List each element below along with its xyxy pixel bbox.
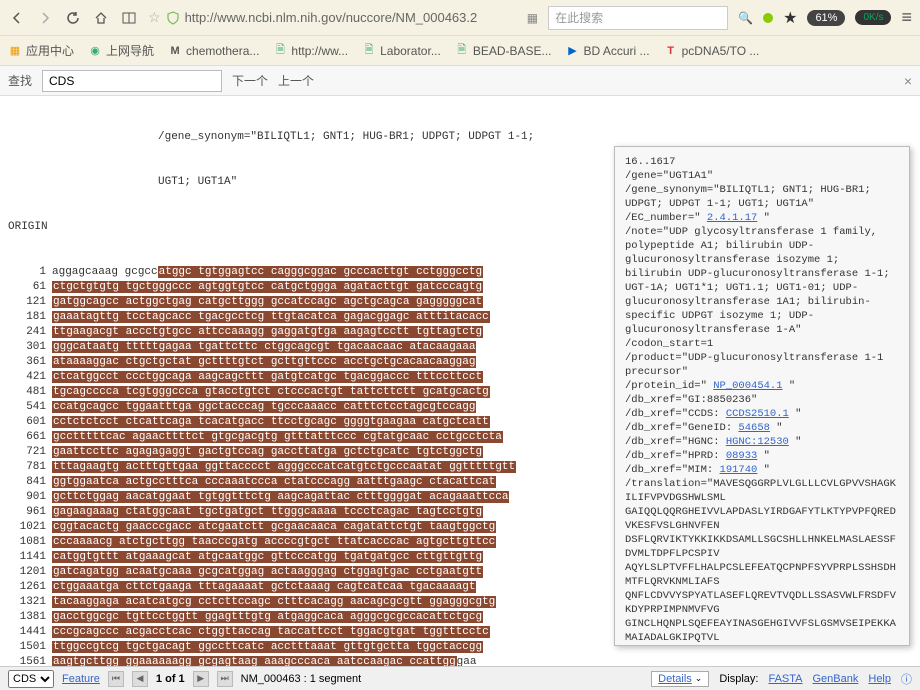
speed-badge: 0K/s: [855, 10, 891, 25]
last-page[interactable]: ⏭: [217, 671, 233, 687]
search-icon[interactable]: 🔍: [738, 11, 753, 25]
qr-icon[interactable]: ▦: [527, 11, 538, 25]
feature-synonym: /gene_synonym="BILIQTL1; GNT1; HUG-BR1; …: [625, 183, 899, 211]
header-line: /gene_synonym="BILIQTL1; GNT1; HUG-BR1; …: [8, 130, 912, 145]
bottom-bar: CDS Feature ⏮ ◀ 1 of 1 ▶ ⏭ NM_000463 : 1…: [0, 666, 920, 690]
find-input[interactable]: [42, 70, 222, 92]
favorite-icon[interactable]: ★: [783, 8, 797, 28]
feature-gene: /gene="UGT1A1": [625, 169, 899, 183]
genbank-link[interactable]: GenBank: [813, 673, 859, 685]
menu-icon[interactable]: ≡: [901, 7, 912, 28]
search-box[interactable]: 在此搜索: [548, 6, 728, 30]
find-close[interactable]: ×: [904, 73, 912, 89]
url-text[interactable]: http://www.ncbi.nlm.nih.gov/nuccore/NM_0…: [185, 10, 517, 25]
star-icon[interactable]: ☆: [148, 9, 161, 26]
bookmark-item[interactable]: 🗎BEAD-BASE...: [455, 44, 552, 58]
feature-protein: /protein_id=" NP_000454.1 ": [625, 379, 899, 393]
forward-button[interactable]: [36, 9, 54, 27]
feature-product: /product="UDP-glucuronosyltransferase 1-…: [625, 351, 899, 379]
segment-label: NM_000463 : 1 segment: [241, 673, 361, 685]
mim-link[interactable]: 191740: [720, 464, 758, 476]
back-button[interactable]: [8, 9, 26, 27]
bookmark-item[interactable]: 🗎Laborator...: [362, 44, 441, 58]
feature-panel: 16..1617 /gene="UGT1A1" /gene_synonym="B…: [614, 146, 910, 646]
feature-codon: /codon_start=1: [625, 337, 899, 351]
prev-page[interactable]: ◀: [132, 671, 148, 687]
feature-hprd: /db_xref="HPRD: 08933 ": [625, 449, 899, 463]
feature-translation: /translation="MAVESQGGRPLVLGLLLCVLGPVVSH…: [625, 477, 899, 646]
feature-hgnc: /db_xref="HGNC: HGNC:12530 ": [625, 435, 899, 449]
bookmark-item[interactable]: Mchemothera...: [168, 44, 259, 58]
feature-ccds: /db_xref="CCDS: CCDS2510.1 ": [625, 407, 899, 421]
content-area: /gene_synonym="BILIQTL1; GNT1; HUG-BR1; …: [0, 96, 920, 666]
home-button[interactable]: [92, 9, 110, 27]
feature-gi: /db_xref="GI:8850236": [625, 393, 899, 407]
progress-badge: 61%: [807, 10, 845, 26]
feature-mim: /db_xref="MIM: 191740 ": [625, 463, 899, 477]
shield-icon[interactable]: [167, 11, 179, 25]
details-button[interactable]: Details⌄: [651, 671, 709, 687]
find-next[interactable]: 下一个: [232, 72, 268, 89]
bookmarks-bar: ▦应用中心 ◉上网导航 Mchemothera... 🗎http://ww...…: [0, 36, 920, 66]
find-bar: 查找 下一个 上一个 ×: [0, 66, 920, 96]
next-page[interactable]: ▶: [193, 671, 209, 687]
apps-link[interactable]: ▦应用中心: [8, 42, 74, 59]
ec-link[interactable]: 2.4.1.17: [707, 212, 757, 224]
feature-selector[interactable]: CDS: [8, 670, 54, 688]
bookmark-item[interactable]: TpcDNA5/TO ...: [664, 44, 760, 58]
display-label: Display:: [719, 673, 758, 685]
bookmark-item[interactable]: ▶BD Accuri ...: [566, 44, 650, 58]
bookmark-item[interactable]: 🗎http://ww...: [273, 44, 348, 58]
geneid-link[interactable]: 54658: [738, 422, 770, 434]
help-icon[interactable]: ⓘ: [901, 671, 912, 687]
ccds-link[interactable]: CCDS2510.1: [726, 408, 789, 420]
reload-button[interactable]: [64, 9, 82, 27]
find-label: 查找: [8, 72, 32, 89]
feature-location: 16..1617: [625, 155, 899, 169]
find-prev[interactable]: 上一个: [278, 72, 314, 89]
feature-note: /note="UDP glycosyltransferase 1 family,…: [625, 225, 899, 337]
feature-ec: /EC_number=" 2.4.1.17 ": [625, 211, 899, 225]
url-bar: ☆ http://www.ncbi.nlm.nih.gov/nuccore/NM…: [148, 5, 517, 31]
panel-button[interactable]: [120, 9, 138, 27]
fasta-link[interactable]: FASTA: [768, 673, 802, 685]
hgnc-link[interactable]: HGNC:12530: [726, 436, 789, 448]
browser-toolbar: ☆ http://www.ncbi.nlm.nih.gov/nuccore/NM…: [0, 0, 920, 36]
protein-link[interactable]: NP_000454.1: [713, 380, 782, 392]
help-link[interactable]: Help: [868, 673, 891, 685]
sequence-row: 1561aagtgcttgg ggaaaaaagg gcgagtaag aaag…: [8, 655, 912, 666]
first-page[interactable]: ⏮: [108, 671, 124, 687]
hprd-link[interactable]: 08933: [726, 450, 758, 462]
status-dot: [763, 13, 773, 23]
page-indicator: 1 of 1: [156, 673, 185, 685]
feature-link[interactable]: Feature: [62, 673, 100, 685]
bookmark-item[interactable]: ◉上网导航: [88, 42, 154, 59]
feature-geneid: /db_xref="GeneID: 54658 ": [625, 421, 899, 435]
